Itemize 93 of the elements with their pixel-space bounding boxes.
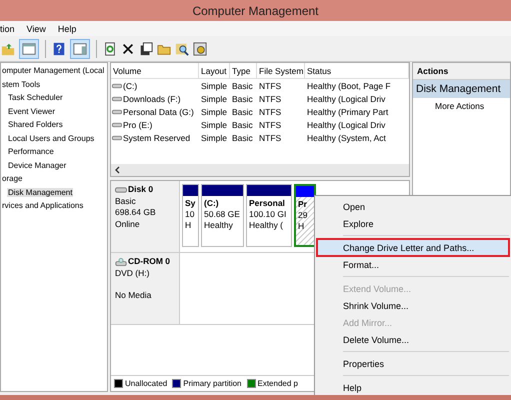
tree-item[interactable]: Device Manager <box>7 160 68 170</box>
tree-item[interactable]: omputer Management (Local <box>1 66 106 76</box>
help-icon[interactable] <box>52 42 66 56</box>
context-menu-item[interactable]: Shrink Volume... <box>317 297 509 314</box>
context-menu-item[interactable]: Explore <box>317 215 509 232</box>
show-action-pane-button[interactable] <box>70 38 90 58</box>
table-cell: NTFS <box>259 106 282 116</box>
table-cell: System Reserved <box>123 132 190 142</box>
disk-name: Disk 0 <box>128 184 154 196</box>
table-cell: Simple <box>201 94 227 104</box>
context-menu-item[interactable]: Format... <box>317 256 509 273</box>
disk-status: No Media <box>115 290 152 302</box>
disk-info-panel[interactable]: Disk 0 Basic 698.64 GB Online <box>111 181 180 252</box>
window-title: Computer Management <box>192 4 319 18</box>
search-icon[interactable] <box>175 42 189 56</box>
partition-block[interactable]: (C:) 50.68 GE Healthy <box>201 184 244 247</box>
table-cell: Basic <box>232 132 253 142</box>
show-console-tree-button[interactable] <box>19 38 39 58</box>
folder-up-icon[interactable] <box>1 42 15 56</box>
column-header[interactable]: Volume <box>111 63 199 78</box>
table-cell: NTFS <box>259 80 282 90</box>
table-cell: Healthy (Primary Part <box>307 106 388 116</box>
table-cell: Healthy (Logical Driv <box>307 94 386 104</box>
tree-item[interactable]: Performance <box>7 147 55 156</box>
context-menu-item[interactable]: Open <box>317 198 509 215</box>
disk-info-panel[interactable]: CD-ROM 0 DVD (H:) No Media <box>111 253 180 324</box>
action-link[interactable]: More Actions <box>435 101 484 111</box>
actions-header: Actions <box>413 63 510 80</box>
table-cell: Simple <box>201 106 227 116</box>
column-header[interactable]: Status <box>305 63 409 78</box>
legend-label: Unallocated <box>125 379 168 388</box>
delete-icon[interactable] <box>121 42 135 56</box>
table-cell: Basic <box>232 94 253 104</box>
partition-text: 50.68 GE <box>204 209 240 219</box>
menu-item[interactable]: tion <box>0 24 15 34</box>
disk-name: CD-ROM 0 <box>128 256 170 268</box>
table-cell: (C:) <box>123 80 138 90</box>
column-header[interactable]: Layout <box>199 63 230 78</box>
menu-item[interactable]: View <box>26 24 46 34</box>
disk-detail: Online <box>115 218 141 230</box>
tree-item[interactable]: Event Viewer <box>7 106 56 116</box>
table-cell: NTFS <box>259 94 282 104</box>
partition-text: Pr <box>298 199 307 209</box>
scroll-left-icon[interactable] <box>114 166 120 174</box>
table-cell: Healthy (Boot, Page F <box>307 80 391 90</box>
column-header[interactable]: Type <box>230 63 257 78</box>
table-cell: Healthy (System, Act <box>307 132 386 142</box>
horizontal-scrollbar[interactable] <box>111 164 409 176</box>
table-cell: NTFS <box>259 120 282 130</box>
partition-text: 10 <box>185 209 194 219</box>
partition-block[interactable]: Sy 10 H <box>182 184 199 247</box>
drive-icon <box>115 186 127 194</box>
partition-text: Healthy ( <box>249 220 284 230</box>
tree-item[interactable]: stem Tools <box>1 80 42 89</box>
tree-item[interactable]: Disk Management <box>7 188 74 197</box>
partition-text: (C:) <box>204 198 219 208</box>
disk-detail: Basic <box>115 196 137 207</box>
partition-text: Sy <box>185 198 196 208</box>
table-cell: Basic <box>232 120 253 130</box>
table-cell: NTFS <box>259 132 282 142</box>
legend-label: Primary partition <box>183 379 242 388</box>
table-cell: Healthy (Logical Driv <box>307 120 386 130</box>
partition-text: Healthy <box>204 220 233 230</box>
tree-item[interactable]: rvices and Applications <box>1 201 84 210</box>
context-menu-item[interactable]: Delete Volume... <box>317 331 509 348</box>
table-cell: Personal Data (G:) <box>123 106 194 116</box>
cd-drive-icon <box>115 258 127 266</box>
table-cell: Basic <box>232 80 253 90</box>
table-cell: Downloads (F:) <box>123 94 181 104</box>
partition-text: Personal <box>249 198 285 208</box>
table-cell: Simple <box>201 132 227 142</box>
disk-detail: DVD (H:) <box>115 268 150 279</box>
partition-text: H <box>298 221 304 231</box>
context-menu-item[interactable]: Help <box>317 379 509 395</box>
table-cell: Basic <box>232 106 253 116</box>
partition-block[interactable]: Personal 100.10 GI Healthy ( <box>246 184 292 247</box>
disk-detail: 698.64 GB <box>115 207 157 218</box>
partition-text: H <box>185 220 192 230</box>
partition-text: 29 <box>298 210 308 220</box>
table-cell: Simple <box>201 120 227 130</box>
menu-item[interactable]: Help <box>58 24 76 34</box>
actions-section-title[interactable]: Disk Management <box>413 80 510 98</box>
tree-item[interactable]: Shared Folders <box>7 120 64 130</box>
tree-item[interactable]: Task Scheduler <box>7 93 64 102</box>
table-cell: Simple <box>201 80 227 90</box>
partition-text: 100.10 GI <box>249 209 286 219</box>
table-cell: Pro (E:) <box>123 120 152 130</box>
tree-item[interactable]: Local Users and Groups <box>7 134 96 143</box>
column-header[interactable]: File System <box>257 63 305 78</box>
context-menu-item[interactable]: Properties <box>317 355 509 372</box>
legend-label: Extended p <box>258 379 298 388</box>
context-menu-item[interactable]: Change Drive Letter and Paths... <box>317 239 509 256</box>
tree-item[interactable]: orage <box>1 174 24 184</box>
